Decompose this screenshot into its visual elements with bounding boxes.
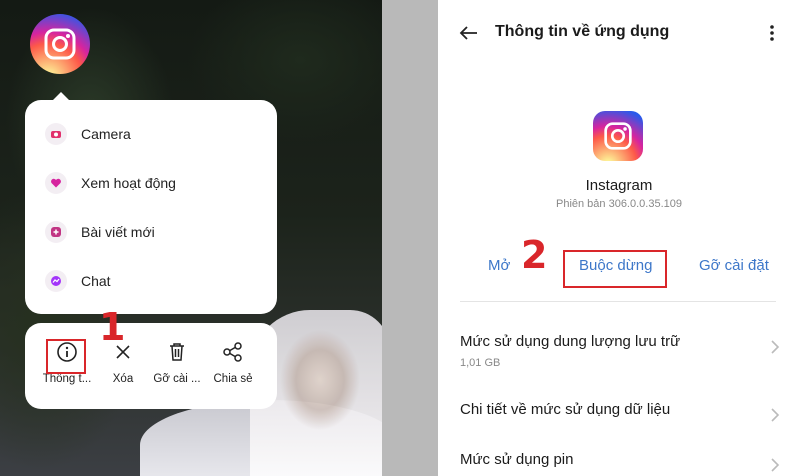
back-arrow-icon	[459, 26, 477, 40]
chevron-right-icon	[771, 340, 780, 354]
action-label: Gỡ cài ...	[153, 373, 201, 385]
heart-icon	[45, 172, 67, 194]
page-title: Thông tin về ứng dụng	[495, 23, 670, 40]
menu-item-label: Xem hoạt động	[81, 175, 176, 191]
messenger-icon	[45, 270, 67, 292]
chevron-right-icon	[771, 458, 780, 472]
instagram-logo-icon	[604, 122, 632, 150]
row-subtitle: 1,01 GB	[460, 357, 501, 369]
instagram-logo-icon	[44, 28, 76, 60]
battery-usage-row[interactable]: Mức sử dụng pin	[460, 451, 780, 472]
menu-item-label: Camera	[81, 126, 131, 142]
back-button[interactable]	[458, 22, 480, 44]
menu-item-camera[interactable]: Camera	[45, 114, 265, 154]
row-title: Chi tiết về mức sử dụng dữ liệu	[460, 401, 671, 418]
menu-item-label: Chat	[81, 273, 111, 289]
app-version: Phiên bản 306.0.0.35.109	[555, 198, 682, 210]
step-marker-2: 2	[521, 233, 548, 277]
menu-item-new-post[interactable]: Bài viết mới	[45, 212, 265, 252]
divider	[460, 301, 776, 302]
storage-usage-row[interactable]: Mức sử dụng dung lượng lưu trữ 1,01 GB	[460, 333, 780, 369]
trash-icon	[149, 339, 205, 365]
action-label: Chia sẻ	[213, 373, 253, 385]
instagram-app-icon	[593, 111, 643, 161]
menu-item-chat[interactable]: Chat	[45, 261, 265, 301]
action-label: Xóa	[112, 373, 134, 385]
camera-icon	[45, 123, 67, 145]
row-title: Mức sử dụng dung lượng lưu trữ	[460, 333, 681, 350]
uninstall-action[interactable]: Gỡ cài ...	[149, 339, 205, 395]
shortcut-menu: Camera Xem hoạt động Bài viết mới Chat	[25, 100, 277, 314]
home-screen: Camera Xem hoạt động Bài viết mới Chat T…	[0, 0, 382, 476]
highlight-box-force-stop	[563, 250, 667, 288]
more-options-button[interactable]	[766, 23, 778, 43]
share-icon	[205, 339, 261, 365]
highlight-box-app-info	[46, 339, 86, 374]
open-button[interactable]: Mở	[488, 257, 510, 274]
app-name: Instagram	[585, 177, 653, 194]
step-marker-1: 1	[99, 305, 126, 349]
more-vert-icon	[770, 25, 774, 41]
instagram-app-icon[interactable]	[30, 14, 90, 74]
action-label: Thông t...	[42, 373, 92, 385]
chevron-right-icon	[771, 408, 780, 422]
share-action[interactable]: Chia sẻ	[205, 339, 261, 395]
menu-item-label: Bài viết mới	[81, 224, 155, 240]
app-info-screen: Thông tin về ứng dụng Instagram Phiên bả…	[438, 0, 800, 476]
uninstall-button[interactable]: Gỡ cài đặt	[699, 257, 769, 274]
menu-item-activity[interactable]: Xem hoạt động	[45, 163, 265, 203]
data-usage-row[interactable]: Chi tiết về mức sử dụng dữ liệu	[460, 401, 780, 422]
plus-icon	[45, 221, 67, 243]
row-title: Mức sử dụng pin	[460, 451, 574, 468]
